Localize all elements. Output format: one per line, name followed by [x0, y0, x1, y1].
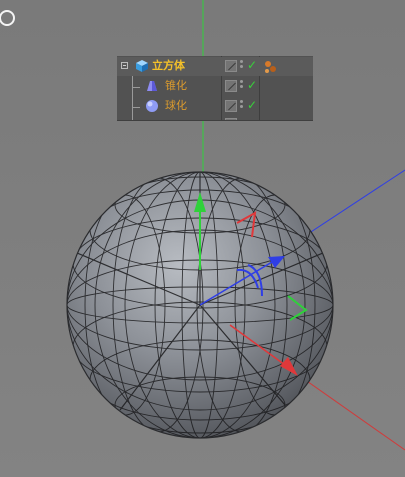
cube-icon: [136, 60, 148, 72]
render-visibility-icon[interactable]: [225, 80, 237, 92]
editor-render-dots-icon[interactable]: [240, 80, 244, 94]
object-manager-panel[interactable]: 立方体 ✓ 锥化 ✓ 球化 ✓: [117, 56, 313, 120]
object-row-taper[interactable]: 锥化 ✓: [117, 77, 313, 96]
render-visibility-icon[interactable]: [225, 100, 237, 112]
object-name-spherify[interactable]: 球化: [165, 99, 187, 113]
object-name-cube[interactable]: 立方体: [152, 59, 185, 73]
object-row-cube[interactable]: 立方体 ✓: [117, 57, 313, 76]
object-row-partial: [117, 117, 313, 120]
editor-render-dots-icon[interactable]: [240, 60, 244, 74]
object-row-spherify[interactable]: 球化 ✓: [117, 97, 313, 116]
spherify-deformer-icon: [146, 100, 158, 112]
enabled-checkmark-icon[interactable]: ✓: [247, 58, 257, 72]
render-visibility-icon: [225, 118, 237, 120]
enabled-checkmark-icon[interactable]: ✓: [247, 78, 257, 92]
enabled-checkmark-icon[interactable]: ✓: [247, 98, 257, 112]
collapse-toggle-icon[interactable]: [121, 62, 128, 69]
taper-deformer-icon: [147, 81, 157, 91]
render-visibility-icon[interactable]: [225, 60, 237, 72]
object-name-taper[interactable]: 锥化: [165, 79, 187, 93]
material-tag-icon[interactable]: [263, 59, 279, 75]
editor-render-dots-icon[interactable]: [240, 100, 244, 114]
